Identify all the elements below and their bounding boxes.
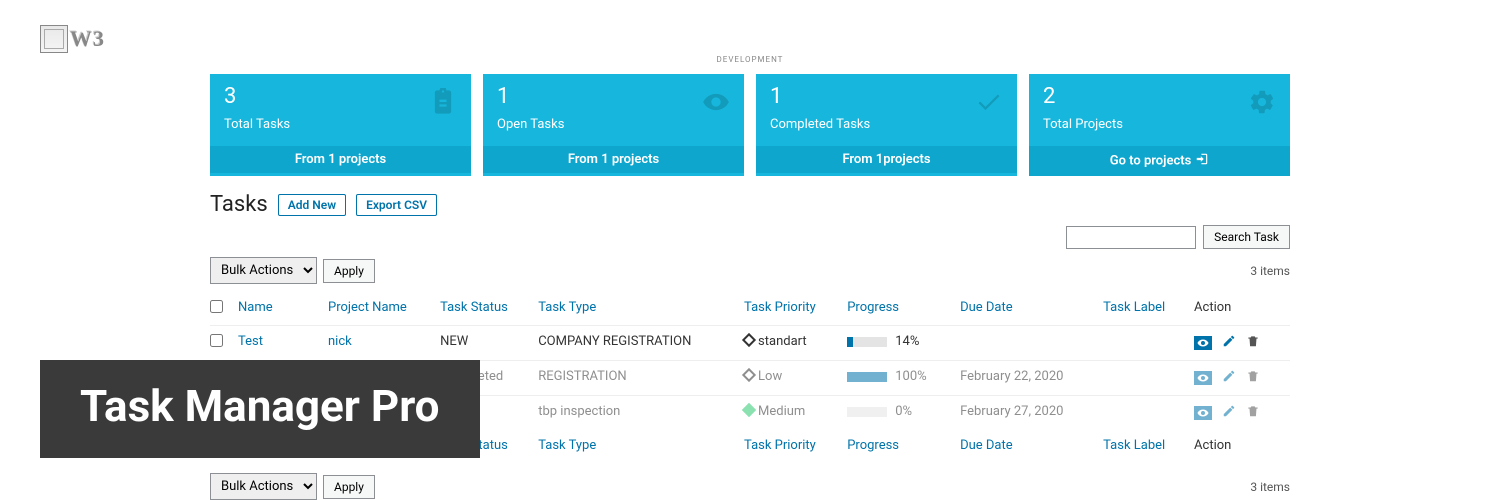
brand-logo-subtitle: DEVELOPMENT (40, 55, 1460, 64)
col-due-f[interactable]: Due Date (960, 430, 1103, 463)
due-date-cell: February 22, 2020 (960, 361, 1103, 396)
brand-logo: W3 DEVELOPMENT (0, 0, 1500, 74)
col-name[interactable]: Name (238, 292, 328, 326)
col-priority[interactable]: Task Priority (744, 292, 847, 326)
col-action: Action (1194, 292, 1290, 326)
stat-label: Total Tasks (224, 117, 457, 132)
project-link[interactable]: nick (328, 334, 352, 349)
type-cell: COMPANY REGISTRATION (538, 326, 744, 361)
stat-footer[interactable]: Go to projects (1029, 146, 1290, 176)
stat-card-2[interactable]: 1 Completed Tasks From 1projects (756, 74, 1017, 176)
add-new-button[interactable]: Add New (278, 194, 346, 216)
check-icon (975, 88, 1003, 120)
bulk-actions-select-bottom[interactable]: Bulk Actions (210, 473, 317, 500)
progress-bar (847, 337, 887, 347)
col-progress[interactable]: Progress (847, 292, 960, 326)
stat-card-3[interactable]: 2 Total Projects Go to projects (1029, 74, 1290, 176)
diamond-icon (742, 333, 756, 347)
stat-value: 3 (224, 84, 457, 109)
type-cell: tbp inspection (538, 396, 744, 431)
gear-icon (1248, 88, 1276, 120)
priority-cell: standart (744, 326, 847, 361)
clipboard-icon (429, 88, 457, 120)
stat-card-1[interactable]: 1 Open Tasks From 1 projects (483, 74, 744, 176)
progress-text: 0% (895, 404, 912, 419)
progress-bar (847, 407, 887, 417)
delete-action-icon[interactable] (1246, 369, 1260, 387)
edit-action-icon[interactable] (1222, 404, 1236, 422)
label-cell (1103, 396, 1194, 431)
stat-value: 2 (1043, 84, 1276, 109)
status-cell: NEW (440, 326, 538, 361)
view-action-icon[interactable] (1194, 336, 1212, 350)
diamond-icon (742, 368, 756, 382)
view-action-icon[interactable] (1194, 406, 1212, 420)
export-csv-button[interactable]: Export CSV (356, 194, 437, 216)
brand-logo-icon (40, 25, 68, 53)
col-label[interactable]: Task Label (1103, 292, 1194, 326)
stat-value: 1 (497, 84, 730, 109)
apply-bulk-button[interactable]: Apply (323, 259, 375, 283)
priority-cell: Low (744, 361, 847, 396)
row-checkbox[interactable] (210, 334, 223, 347)
search-button[interactable]: Search Task (1203, 225, 1290, 249)
exit-icon (1195, 152, 1209, 170)
stat-label: Completed Tasks (770, 117, 1003, 132)
stat-footer[interactable]: From 1 projects (210, 146, 471, 173)
task-name-link[interactable]: Test (238, 334, 263, 349)
edit-action-icon[interactable] (1222, 369, 1236, 387)
col-action-f: Action (1194, 430, 1290, 463)
priority-cell: Medium (744, 396, 847, 431)
label-cell (1103, 326, 1194, 361)
delete-action-icon[interactable] (1246, 404, 1260, 422)
delete-action-icon[interactable] (1246, 334, 1260, 352)
stat-card-0[interactable]: 3 Total Tasks From 1 projects (210, 74, 471, 176)
edit-action-icon[interactable] (1222, 334, 1236, 352)
progress-text: 100% (895, 369, 926, 384)
stat-label: Total Projects (1043, 117, 1276, 132)
col-progress-f[interactable]: Progress (847, 430, 960, 463)
progress-cell: 0% (847, 404, 950, 419)
brand-logo-text: W3 (70, 26, 105, 52)
col-due[interactable]: Due Date (960, 292, 1103, 326)
dashboard-cards: 3 Total Tasks From 1 projects 1 Open Tas… (0, 74, 1500, 186)
col-type-f[interactable]: Task Type (538, 430, 744, 463)
progress-text: 14% (895, 334, 919, 349)
due-date-cell: February 27, 2020 (960, 396, 1103, 431)
due-date-cell (960, 326, 1103, 361)
stat-footer[interactable]: From 1 projects (483, 146, 744, 173)
diamond-icon (742, 403, 756, 417)
stat-label: Open Tasks (497, 117, 730, 132)
page-title: Tasks (210, 192, 268, 217)
select-all-checkbox[interactable] (210, 300, 223, 313)
items-count-top: 3 items (1250, 264, 1290, 278)
col-project[interactable]: Project Name (328, 292, 440, 326)
items-count-bottom: 3 items (1250, 480, 1290, 494)
col-type[interactable]: Task Type (538, 292, 744, 326)
progress-cell: 100% (847, 369, 950, 384)
type-cell: REGISTRATION (538, 361, 744, 396)
stat-value: 1 (770, 84, 1003, 109)
apply-bulk-button-bottom[interactable]: Apply (323, 475, 375, 499)
table-row: Test nick NEW COMPANY REGISTRATION stand… (210, 326, 1290, 361)
stat-footer[interactable]: From 1projects (756, 146, 1017, 173)
col-label-f[interactable]: Task Label (1103, 430, 1194, 463)
label-cell (1103, 361, 1194, 396)
search-input[interactable] (1066, 226, 1196, 249)
eye-icon (702, 88, 730, 120)
col-status[interactable]: Task Status (440, 292, 538, 326)
progress-bar (847, 372, 887, 382)
view-action-icon[interactable] (1194, 371, 1212, 385)
bulk-actions-select[interactable]: Bulk Actions (210, 257, 317, 284)
col-priority-f[interactable]: Task Priority (744, 430, 847, 463)
progress-cell: 14% (847, 334, 950, 349)
overlay-title-badge: Task Manager Pro (40, 360, 480, 458)
